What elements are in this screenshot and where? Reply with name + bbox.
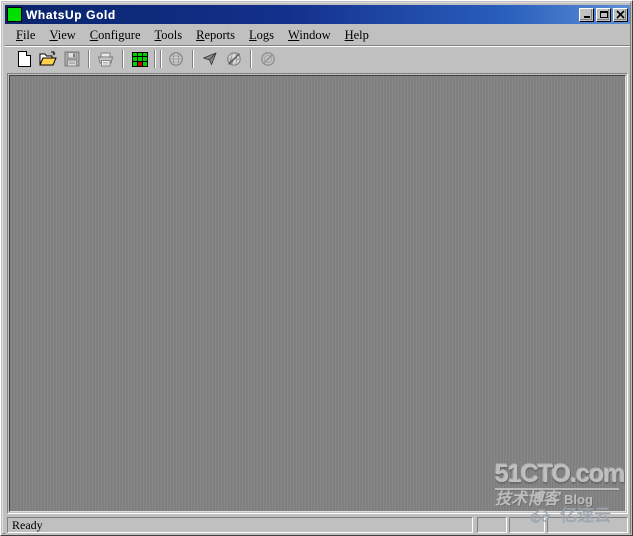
- discover-button[interactable]: [164, 48, 188, 70]
- maximize-button[interactable]: [596, 7, 611, 22]
- web-browse-button[interactable]: [222, 48, 246, 70]
- mdi-client-background: [9, 75, 626, 512]
- globe-slash-icon: [227, 52, 241, 66]
- globe-icon: [169, 52, 183, 66]
- title-bar[interactable]: WhatsUp Gold: [5, 5, 630, 24]
- toolbar-separator: [250, 50, 252, 68]
- menu-bar: File View Configure Tools Reports Logs W…: [5, 26, 630, 45]
- status-pane-1: [477, 517, 507, 533]
- menu-item-file[interactable]: File: [9, 27, 42, 44]
- map-view-button[interactable]: [128, 48, 152, 70]
- menu-item-window[interactable]: Window: [281, 27, 338, 44]
- menu-item-logs[interactable]: Logs: [242, 27, 281, 44]
- menu-item-view[interactable]: View: [42, 27, 82, 44]
- open-map-button[interactable]: [36, 48, 60, 70]
- application-window: WhatsUp Gold File View Configure Tools R…: [0, 0, 633, 536]
- maximize-icon: [597, 9, 610, 21]
- close-icon: [614, 9, 627, 21]
- status-pane-3: [547, 517, 628, 533]
- toolbar-separator: [122, 50, 124, 68]
- menu-item-tools[interactable]: Tools: [148, 27, 190, 44]
- menu-item-configure[interactable]: Configure: [83, 27, 148, 44]
- toolbar-separator: [160, 50, 162, 68]
- close-button[interactable]: [613, 7, 628, 22]
- minimize-button[interactable]: [579, 7, 594, 22]
- open-folder-icon: [39, 51, 57, 66]
- window-inner-frame: WhatsUp Gold File View Configure Tools R…: [2, 2, 631, 534]
- caption-button-group: [579, 7, 628, 22]
- print-button[interactable]: [94, 48, 118, 70]
- select-tool-button[interactable]: [198, 48, 222, 70]
- menu-item-help[interactable]: Help: [338, 27, 376, 44]
- toolbar-separator: [88, 50, 90, 68]
- new-map-button[interactable]: [12, 48, 36, 70]
- green-square-icon[interactable]: [7, 7, 22, 22]
- toolbar: [5, 47, 630, 71]
- no-entry-icon: [261, 52, 275, 66]
- arrow-cursor-icon: [203, 52, 217, 65]
- new-document-icon: [17, 51, 31, 67]
- printer-icon: [97, 52, 114, 66]
- save-map-button[interactable]: [60, 48, 84, 70]
- toolbar-separator: [192, 50, 194, 68]
- mdi-client-area[interactable]: [7, 73, 628, 514]
- save-floppy-icon: [64, 51, 80, 67]
- stop-polling-button[interactable]: [256, 48, 280, 70]
- status-bar: Ready: [5, 516, 630, 534]
- status-text: Ready: [12, 517, 43, 532]
- status-pane-2: [509, 517, 545, 533]
- minimize-icon: [580, 9, 593, 21]
- green-grid-icon: [132, 51, 148, 67]
- status-message-pane: Ready: [7, 517, 473, 533]
- window-title: WhatsUp Gold: [26, 7, 116, 22]
- toolbar-separator: [154, 50, 156, 68]
- menu-item-reports[interactable]: Reports: [189, 27, 242, 44]
